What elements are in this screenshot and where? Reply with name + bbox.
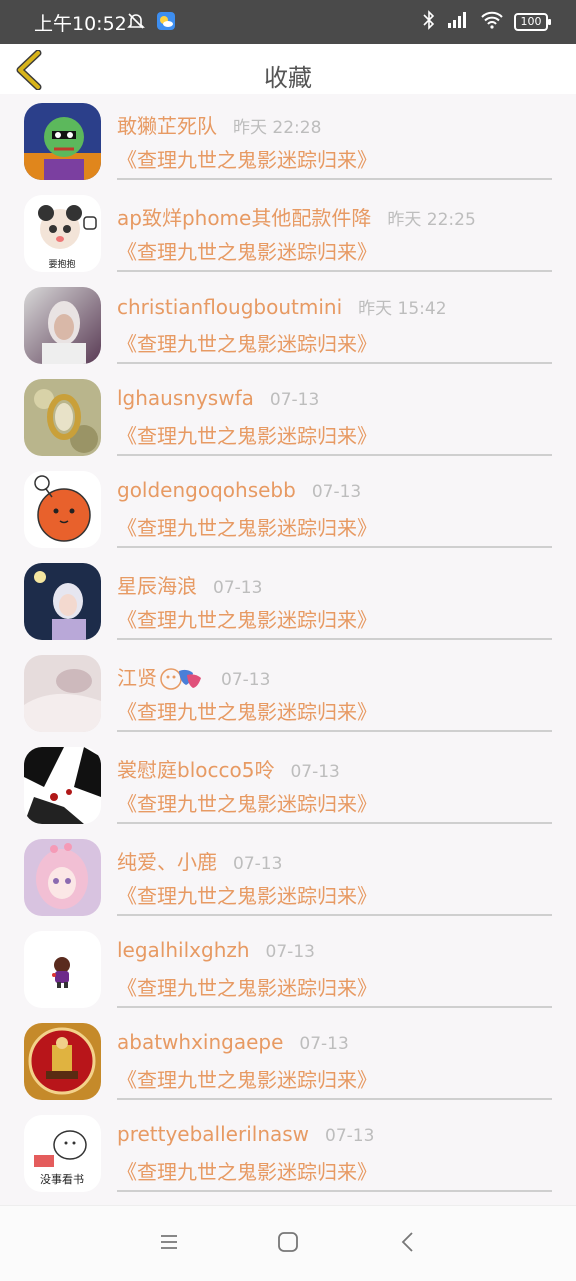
user-name: 纯爱、小鹿: [117, 850, 217, 874]
user-name: goldengoqohsebb: [117, 478, 296, 502]
status-time: 上午10:52: [34, 13, 127, 35]
home-button[interactable]: [276, 1230, 300, 1254]
recent-apps-button[interactable]: [157, 1230, 181, 1254]
list-item[interactable]: 纯爱、小鹿 07-13 《查理九世之鬼影迷踪归来》: [0, 830, 576, 922]
book-title: 《查理九世之鬼影迷踪归来》: [117, 332, 377, 356]
list-item[interactable]: 江贤 07-13 《查理九世之鬼影迷踪归来》: [0, 646, 576, 738]
battery-icon: 100: [514, 13, 551, 31]
page-title: 收藏: [264, 64, 312, 92]
user-name: prettyeballerilnasw: [117, 1122, 310, 1146]
user-name: 敢獭芷死队: [117, 114, 217, 138]
avatar: [24, 655, 101, 732]
list-item[interactable]: legalhilxghzh 07-13 《查理九世之鬼影迷踪归来》: [0, 922, 576, 1014]
book-title: 《查理九世之鬼影迷踪归来》: [117, 1160, 377, 1184]
list-item[interactable]: 敢獭芷死队 昨天 22:28 《查理九世之鬼影迷踪归来》: [0, 94, 576, 186]
user-name: 星辰海浪: [117, 574, 197, 598]
avatar: [24, 103, 101, 180]
user-name: ap致烊phome其他配款件降: [117, 206, 372, 230]
square-icon: [278, 1232, 298, 1252]
favorites-list: 敢獭芷死队 昨天 22:28 《查理九世之鬼影迷踪归来》 要抱抱 ap致烊phom…: [0, 94, 576, 1198]
book-title: 《查理九世之鬼影迷踪归来》: [117, 976, 377, 1000]
avatar: 没事看书: [24, 1115, 101, 1192]
list-item[interactable]: christianflougboutmini 昨天 15:42 《查理九世之鬼影迷…: [0, 278, 576, 370]
chevron-left-icon: [401, 1232, 413, 1252]
nav-back-button[interactable]: [396, 1230, 420, 1254]
timestamp: 07-13: [265, 942, 315, 962]
svg-text:要抱抱: 要抱抱: [48, 258, 75, 270]
timestamp: 07-13: [213, 578, 263, 598]
book-title: 《查理九世之鬼影迷踪归来》: [117, 884, 377, 908]
weather-app-icon: [156, 11, 176, 35]
book-title: 《查理九世之鬼影迷踪归来》: [117, 792, 377, 816]
bluetooth-icon: [422, 10, 436, 34]
user-name: lghausnyswfa: [117, 386, 254, 410]
timestamp: 07-13: [269, 390, 320, 410]
timestamp: 昨天 22:28: [233, 118, 322, 138]
timestamp: 07-13: [290, 762, 340, 782]
avatar: [24, 839, 101, 916]
user-name: legalhilxghzh: [117, 938, 250, 962]
timestamp: 07-13: [233, 854, 283, 874]
book-title: 《查理九世之鬼影迷踪归来》: [117, 1068, 377, 1092]
svg-text:没事看书: 没事看书: [40, 1172, 84, 1186]
timestamp: 07-13: [221, 670, 271, 690]
avatar: [24, 747, 101, 824]
avatar: [24, 563, 101, 640]
list-item[interactable]: 星辰海浪 07-13 《查理九世之鬼影迷踪归来》: [0, 554, 576, 646]
avatar: [24, 379, 101, 456]
timestamp: 昨天 15:42: [358, 299, 447, 319]
mute-bell-icon: [126, 11, 146, 35]
emoji-icon: [159, 665, 205, 697]
wifi-icon: [480, 11, 504, 33]
book-title: 《查理九世之鬼影迷踪归来》: [117, 424, 377, 448]
timestamp: 07-13: [299, 1034, 349, 1054]
list-item[interactable]: 裳慰庭blocco5呤 07-13 《查理九世之鬼影迷踪归来》: [0, 738, 576, 830]
timestamp: 07-13: [325, 1126, 375, 1146]
avatar: 要抱抱: [24, 195, 101, 272]
book-title: 《查理九世之鬼影迷踪归来》: [117, 700, 377, 724]
avatar: [24, 287, 101, 364]
timestamp: 07-13: [311, 482, 362, 502]
avatar: [24, 471, 101, 548]
user-name: christianflougboutmini: [117, 295, 343, 319]
user-name: 江贤: [117, 666, 157, 690]
header: 收藏: [0, 44, 576, 94]
user-name: abatwhxingaepe: [117, 1030, 284, 1054]
list-item[interactable]: lghausnyswfa 07-13 《查理九世之鬼影迷踪归来》: [0, 370, 576, 462]
status-bar: 上午10:52 100: [0, 0, 576, 44]
book-title: 《查理九世之鬼影迷踪归来》: [117, 240, 377, 264]
menu-icon: [161, 1235, 177, 1249]
book-title: 《查理九世之鬼影迷踪归来》: [117, 148, 377, 172]
signal-icon: [446, 11, 470, 33]
system-nav-bar: [0, 1205, 576, 1281]
list-item[interactable]: 没事看书 prettyeballerilnasw 07-13 《查理九世之鬼影迷踪…: [0, 1106, 576, 1198]
avatar: [24, 1023, 101, 1100]
list-item[interactable]: abatwhxingaepe 07-13 《查理九世之鬼影迷踪归来》: [0, 1014, 576, 1106]
book-title: 《查理九世之鬼影迷踪归来》: [117, 516, 377, 540]
avatar: [24, 931, 101, 1008]
timestamp: 昨天 22:25: [387, 210, 476, 230]
book-title: 《查理九世之鬼影迷踪归来》: [117, 608, 377, 632]
list-item[interactable]: 要抱抱 ap致烊phome其他配款件降 昨天 22:25 《查理九世之鬼影迷踪归来…: [0, 186, 576, 278]
user-name: 裳慰庭blocco5呤: [117, 758, 275, 782]
list-item[interactable]: goldengoqohsebb 07-13 《查理九世之鬼影迷踪归来》: [0, 462, 576, 554]
